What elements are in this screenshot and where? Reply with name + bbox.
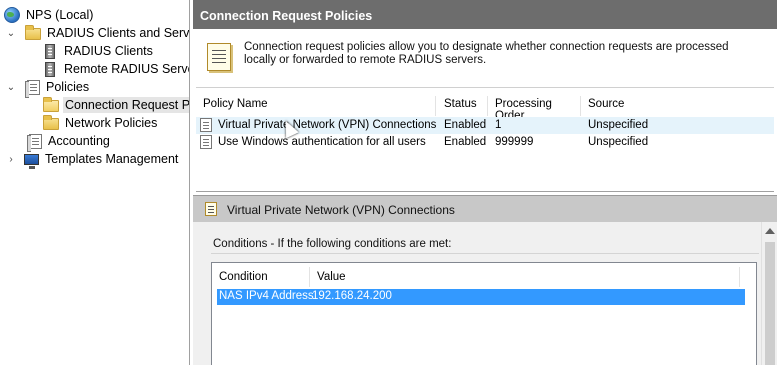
- globe-icon: [4, 7, 20, 23]
- tree-item-label: Accounting: [48, 134, 110, 148]
- condition-name: NAS IPv4 Address: [219, 290, 314, 302]
- server-icon: [45, 43, 55, 59]
- policy-status: Enabled: [444, 136, 487, 148]
- tree-item-label: Network Policies: [65, 116, 158, 130]
- tree-item-radius-clients[interactable]: RADIUS Clients: [42, 42, 155, 60]
- tree-item-label: NPS (Local): [26, 8, 94, 22]
- chevron-right-icon[interactable]: ›: [5, 150, 17, 168]
- column-header-processing-order[interactable]: Processing Order: [488, 96, 581, 122]
- tree-item-radius-clients-and-servers[interactable]: ⌄ RADIUS Clients and Servers: [5, 24, 190, 42]
- tree-item-templates-management[interactable]: › Templates Management: [5, 150, 180, 169]
- tree-item-label: RADIUS Clients and Servers: [47, 26, 190, 40]
- column-header-condition[interactable]: Condition: [212, 267, 310, 287]
- column-header-status[interactable]: Status: [437, 96, 488, 116]
- chevron-down-icon[interactable]: ⌄: [5, 78, 17, 96]
- policy-name: Virtual Private Network (VPN) Connection…: [218, 119, 437, 131]
- intro-description: Connection request policies allow you to…: [244, 41, 729, 66]
- policy-order: 999999: [495, 136, 534, 148]
- intro-panel: Connection request policies allow you to…: [196, 31, 774, 88]
- policy-doc-icon: [27, 133, 42, 152]
- condition-row[interactable]: NAS IPv4 Address 192.168.24.200: [217, 289, 745, 305]
- content-pane: Connection Request Policies Connection r…: [193, 0, 777, 365]
- tree-item-label: Policies: [46, 80, 90, 94]
- tree-item-label: Templates Management: [45, 152, 179, 166]
- column-header-policy-name[interactable]: Policy Name: [196, 96, 436, 116]
- tree-item-connection-request-policies[interactable]: Connection Request Po: [43, 96, 189, 114]
- policy-note-icon: [207, 43, 231, 71]
- policy-source: Unspecified: [588, 119, 649, 131]
- tree-item-nps-local[interactable]: NPS (Local): [4, 6, 95, 24]
- policy-list[interactable]: Policy Name Status Processing Order Sour…: [196, 92, 774, 192]
- conditions-label: Conditions - If the following conditions…: [213, 238, 452, 250]
- column-header-source[interactable]: Source: [581, 96, 774, 116]
- tree-item-accounting[interactable]: Accounting: [27, 132, 112, 152]
- policy-icon: [200, 118, 212, 132]
- column-header-value[interactable]: Value: [310, 267, 740, 287]
- policy-order: 1: [495, 119, 502, 131]
- monitor-icon: [24, 154, 39, 169]
- details-body: Conditions - If the following conditions…: [193, 222, 761, 365]
- divider: [211, 253, 759, 254]
- tree-item-label: Remote RADIUS Server: [64, 62, 190, 76]
- policy-source: Unspecified: [588, 136, 649, 148]
- page-title: Connection Request Policies: [193, 0, 777, 29]
- conditions-table[interactable]: Condition Value NAS IPv4 Address 192.168…: [211, 262, 757, 365]
- open-folder-icon: [43, 97, 59, 112]
- vertical-scrollbar[interactable]: [761, 222, 777, 365]
- console-tree[interactable]: NPS (Local) ⌄ RADIUS Clients and Servers…: [0, 0, 190, 365]
- folder-icon: [43, 115, 59, 130]
- policy-doc-icon: [25, 79, 40, 98]
- scroll-up-arrow-icon[interactable]: [765, 228, 775, 234]
- policy-icon: [205, 202, 217, 216]
- policy-name: Use Windows authentication for all users: [218, 136, 426, 148]
- condition-value: 192.168.24.200: [312, 290, 392, 302]
- scrollbar-thumb[interactable]: [765, 242, 775, 365]
- policy-icon: [200, 135, 212, 149]
- details-title: Virtual Private Network (VPN) Connection…: [227, 203, 455, 217]
- policy-status: Enabled: [444, 119, 487, 131]
- details-header: Virtual Private Network (VPN) Connection…: [193, 195, 777, 222]
- chevron-down-icon[interactable]: ⌄: [5, 24, 17, 42]
- tree-item-label: RADIUS Clients: [64, 44, 153, 58]
- policy-row[interactable]: Use Windows authentication for all users…: [196, 134, 774, 151]
- tree-item-policies[interactable]: ⌄ Policies: [5, 78, 91, 98]
- server-icon: [45, 61, 55, 77]
- tree-item-label: Connection Request Po: [63, 97, 189, 113]
- tree-item-network-policies[interactable]: Network Policies: [43, 114, 159, 132]
- folder-icon: [25, 25, 41, 40]
- tree-item-remote-radius-server[interactable]: Remote RADIUS Server: [42, 60, 190, 78]
